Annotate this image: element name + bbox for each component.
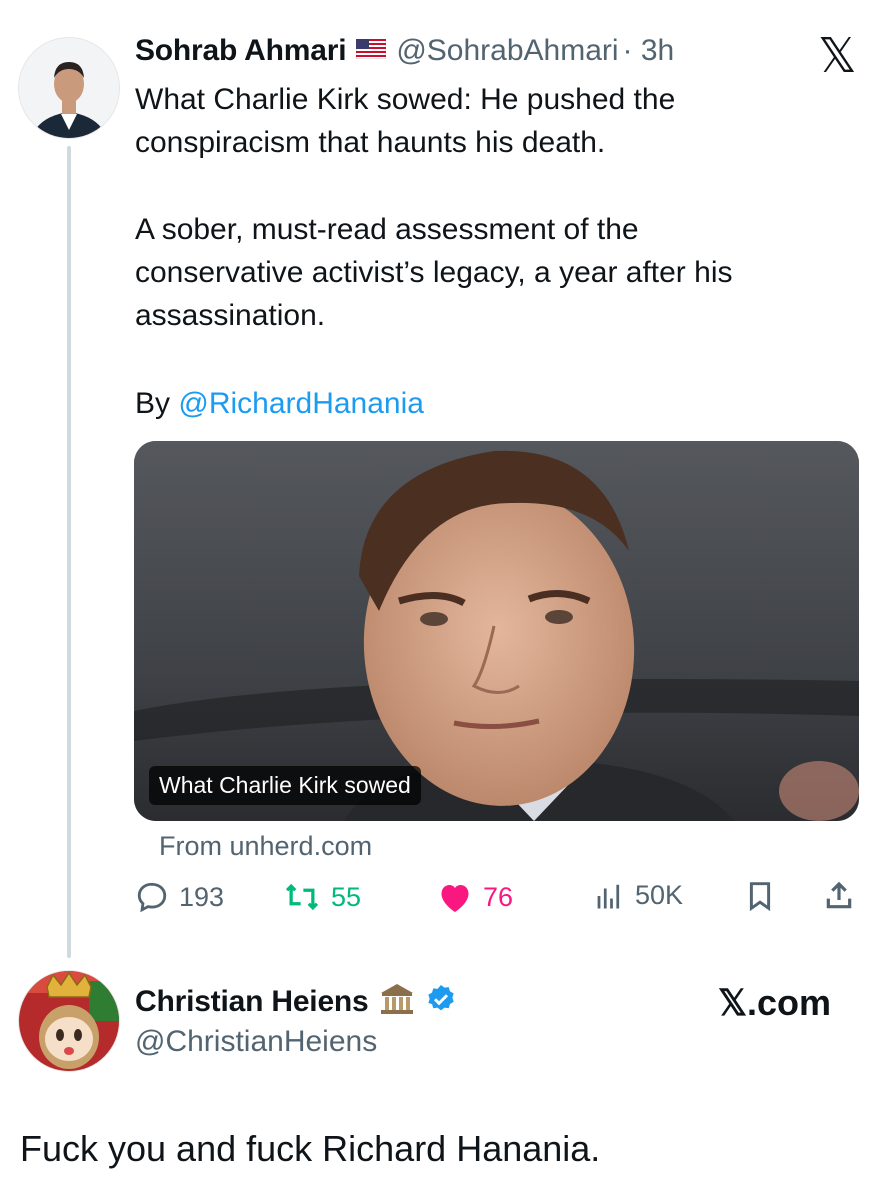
repost-button[interactable]: 55 xyxy=(283,880,361,914)
tweet-text-line: A sober, must-read assessment of the xyxy=(135,213,639,246)
tweet-actions: 193 55 76 50K xyxy=(135,880,865,924)
share-button[interactable] xyxy=(823,880,855,912)
repost-count: 55 xyxy=(331,881,362,912)
x-logo-icon: 𝕏 xyxy=(818,30,857,83)
repost-icon xyxy=(283,880,321,914)
bookmark-button[interactable] xyxy=(745,880,775,912)
byline-prefix: By xyxy=(135,387,179,420)
byline: By @RichardHanania xyxy=(135,382,835,425)
like-count: 76 xyxy=(483,881,514,912)
tweet-text-line: What Charlie Kirk sowed: He pushed the xyxy=(135,83,676,116)
like-button[interactable]: 76 xyxy=(437,880,513,914)
byline-mention-link[interactable]: @RichardHanania xyxy=(178,387,424,420)
reply-header: Christian Heiens xyxy=(135,982,457,1021)
views-icon xyxy=(593,881,625,911)
reply-author-name[interactable]: Christian Heiens xyxy=(135,985,369,1019)
author-handle[interactable]: @SohrabAhmari xyxy=(396,34,618,68)
author-avatar[interactable] xyxy=(18,37,120,139)
views-count: 50K xyxy=(635,880,684,910)
card-image xyxy=(134,441,859,821)
reply-icon xyxy=(135,880,169,914)
reply-author-handle[interactable]: @ChristianHeiens xyxy=(135,1025,377,1059)
tweet-time[interactable]: · 3h xyxy=(623,34,675,68)
author-name[interactable]: Sohrab Ahmari xyxy=(135,34,347,68)
views-button[interactable]: 50K xyxy=(593,880,683,911)
bookmark-icon xyxy=(745,880,775,912)
tweet-header: Sohrab Ahmari @SohrabAhmari · 3h xyxy=(135,34,674,68)
verified-badge-icon xyxy=(425,983,457,1020)
heart-icon xyxy=(437,880,473,914)
classical-building-icon xyxy=(379,982,415,1021)
us-flag-icon xyxy=(355,38,387,64)
share-icon xyxy=(823,880,855,912)
tweet-text-line: conspiracism that haunts his death. xyxy=(135,126,606,159)
tweet-text-line: assassination. xyxy=(135,299,326,332)
tweet-text: What Charlie Kirk sowed: He pushed the c… xyxy=(135,78,835,164)
reply-author-avatar[interactable] xyxy=(18,970,120,1072)
source-label: 𝕏.com xyxy=(718,982,832,1023)
tweet-paragraph-2: A sober, must-read assessment of the con… xyxy=(135,208,835,337)
reply-count: 193 xyxy=(179,881,225,912)
card-source[interactable]: From unherd.com xyxy=(159,831,372,862)
reply-button[interactable]: 193 xyxy=(135,880,224,914)
card-caption: What Charlie Kirk sowed xyxy=(149,766,421,805)
tweet-text-line: conservative activist’s legacy, a year a… xyxy=(135,256,733,289)
thread-line xyxy=(67,146,71,958)
reply-text: Fuck you and fuck Richard Hanania. xyxy=(20,1128,601,1169)
link-card[interactable]: What Charlie Kirk sowed xyxy=(134,441,859,821)
